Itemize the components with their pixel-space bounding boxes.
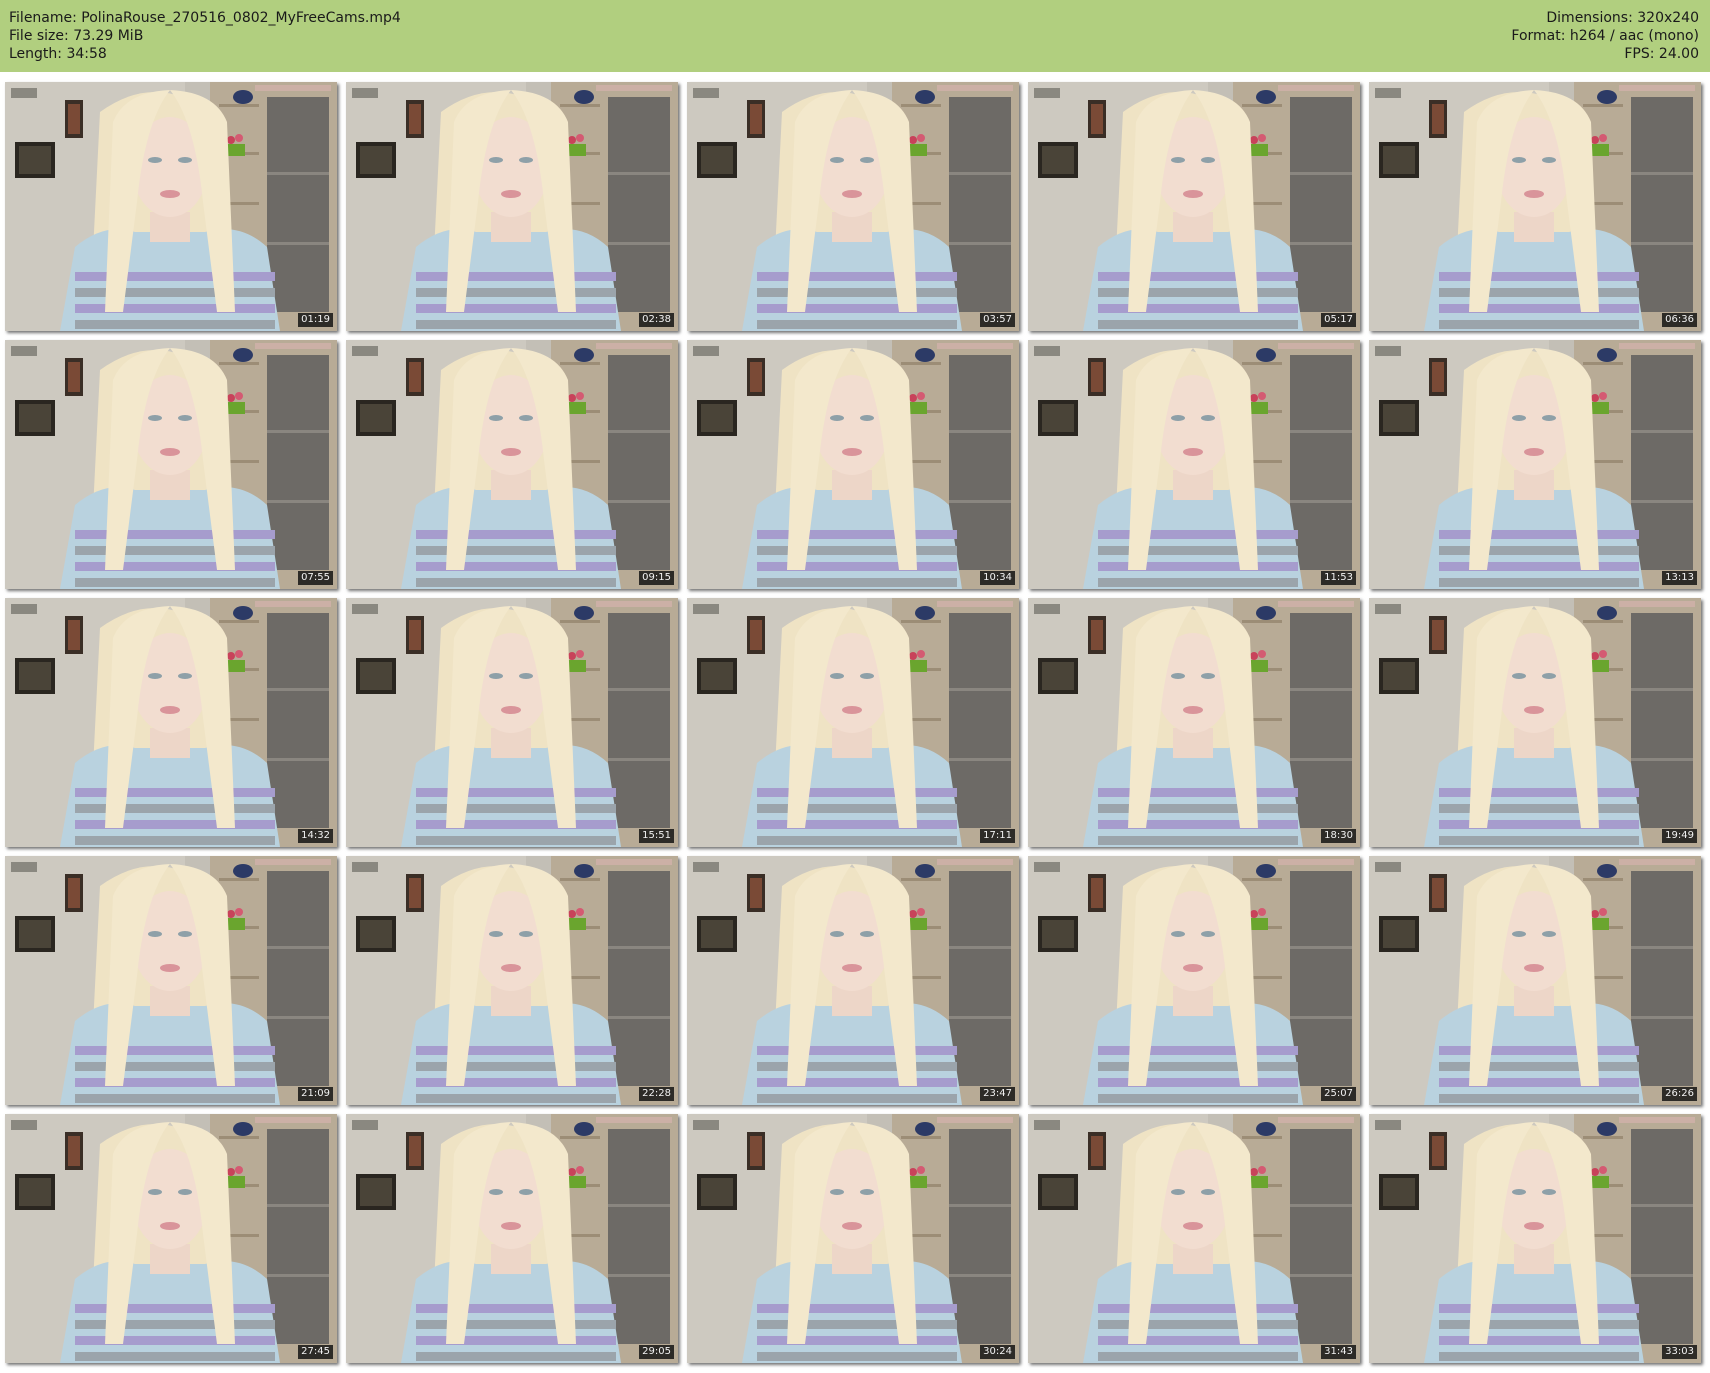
video-frame-image (1369, 340, 1701, 589)
video-frame-image (687, 1114, 1019, 1363)
video-thumbnail[interactable]: 18:30 (1028, 598, 1360, 847)
thumbnail-timestamp: 21:09 (298, 1087, 333, 1101)
fps-text: FPS: 24.00 (1624, 46, 1699, 62)
video-frame-image (1028, 82, 1360, 331)
video-frame-image (687, 598, 1019, 847)
thumbnail-timestamp: 03:57 (980, 313, 1015, 327)
video-thumbnail[interactable]: 13:13 (1369, 340, 1701, 589)
thumbnail-timestamp: 27:45 (298, 1345, 333, 1359)
thumbnail-timestamp: 23:47 (980, 1087, 1015, 1101)
video-thumbnail[interactable]: 05:17 (1028, 82, 1360, 331)
thumbnail-timestamp: 13:13 (1662, 571, 1697, 585)
filename-text: Filename: PolinaRouse_270516_0802_MyFree… (9, 10, 401, 26)
thumbnail-timestamp: 15:51 (639, 829, 674, 843)
thumbnail-timestamp: 10:34 (980, 571, 1015, 585)
thumbnail-timestamp: 07:55 (298, 571, 333, 585)
video-thumbnail[interactable]: 01:19 (5, 82, 337, 331)
length-text: Length: 34:58 (9, 46, 107, 62)
video-thumbnail[interactable]: 06:36 (1369, 82, 1701, 331)
video-frame-image (687, 340, 1019, 589)
video-thumbnail[interactable]: 29:05 (346, 1114, 678, 1363)
video-frame-image (1028, 856, 1360, 1105)
video-thumbnail[interactable]: 31:43 (1028, 1114, 1360, 1363)
video-frame-image (346, 598, 678, 847)
video-thumbnail[interactable]: 33:03 (1369, 1114, 1701, 1363)
thumbnail-timestamp: 17:11 (980, 829, 1015, 843)
video-thumbnail[interactable]: 15:51 (346, 598, 678, 847)
video-thumbnail[interactable]: 03:57 (687, 82, 1019, 331)
video-frame-image (1369, 598, 1701, 847)
video-frame-image (346, 856, 678, 1105)
video-frame-image (1369, 1114, 1701, 1363)
video-frame-image (1028, 1114, 1360, 1363)
video-thumbnail[interactable]: 09:15 (346, 340, 678, 589)
video-frame-image (5, 856, 337, 1105)
video-thumbnail[interactable]: 19:49 (1369, 598, 1701, 847)
video-thumbnail[interactable]: 07:55 (5, 340, 337, 589)
thumbnail-timestamp: 18:30 (1321, 829, 1356, 843)
thumbnail-timestamp: 33:03 (1662, 1345, 1697, 1359)
video-frame-image (346, 82, 678, 331)
video-thumbnail[interactable]: 30:24 (687, 1114, 1019, 1363)
video-thumbnail[interactable]: 22:28 (346, 856, 678, 1105)
thumbnail-timestamp: 30:24 (980, 1345, 1015, 1359)
video-frame-image (1028, 598, 1360, 847)
video-thumbnail[interactable]: 10:34 (687, 340, 1019, 589)
format-text: Format: h264 / aac (mono) (1511, 28, 1699, 44)
thumbnail-timestamp: 06:36 (1662, 313, 1697, 327)
video-thumbnail[interactable]: 11:53 (1028, 340, 1360, 589)
dimensions-text: Dimensions: 320x240 (1546, 10, 1699, 26)
video-frame-image (687, 856, 1019, 1105)
video-frame-image (346, 340, 678, 589)
thumbnail-timestamp: 01:19 (298, 313, 333, 327)
thumbnail-timestamp: 14:32 (298, 829, 333, 843)
thumbnail-timestamp: 02:38 (639, 313, 674, 327)
thumbnail-timestamp: 31:43 (1321, 1345, 1356, 1359)
thumbnail-timestamp: 09:15 (639, 571, 674, 585)
video-thumbnail[interactable]: 26:26 (1369, 856, 1701, 1105)
video-thumbnail[interactable]: 27:45 (5, 1114, 337, 1363)
video-frame-image (5, 82, 337, 331)
video-thumbnail[interactable]: 21:09 (5, 856, 337, 1105)
video-frame-image (346, 1114, 678, 1363)
thumbnail-timestamp: 19:49 (1662, 829, 1697, 843)
info-header: Filename: PolinaRouse_270516_0802_MyFree… (0, 0, 1710, 72)
thumbnail-timestamp: 11:53 (1321, 571, 1356, 585)
thumbnail-timestamp: 29:05 (639, 1345, 674, 1359)
video-thumbnail[interactable]: 25:07 (1028, 856, 1360, 1105)
video-frame-image (1028, 340, 1360, 589)
thumbnail-grid: 01:19 02:38 03:57 05:17 06:36 07:55 09:1… (5, 82, 1705, 1367)
video-frame-image (1369, 856, 1701, 1105)
video-frame-image (5, 1114, 337, 1363)
video-frame-image (687, 82, 1019, 331)
thumbnail-timestamp: 25:07 (1321, 1087, 1356, 1101)
video-frame-image (5, 598, 337, 847)
video-thumbnail[interactable]: 02:38 (346, 82, 678, 331)
video-frame-image (5, 340, 337, 589)
video-frame-image (1369, 82, 1701, 331)
thumbnail-timestamp: 26:26 (1662, 1087, 1697, 1101)
file-info-right: Dimensions: 320x240 Format: h264 / aac (… (1511, 9, 1699, 63)
file-size-text: File size: 73.29 MiB (9, 28, 144, 44)
file-info-left: Filename: PolinaRouse_270516_0802_MyFree… (9, 9, 401, 63)
thumbnail-timestamp: 05:17 (1321, 313, 1356, 327)
video-thumbnail[interactable]: 14:32 (5, 598, 337, 847)
thumbnail-timestamp: 22:28 (639, 1087, 674, 1101)
video-thumbnail[interactable]: 23:47 (687, 856, 1019, 1105)
video-thumbnail[interactable]: 17:11 (687, 598, 1019, 847)
